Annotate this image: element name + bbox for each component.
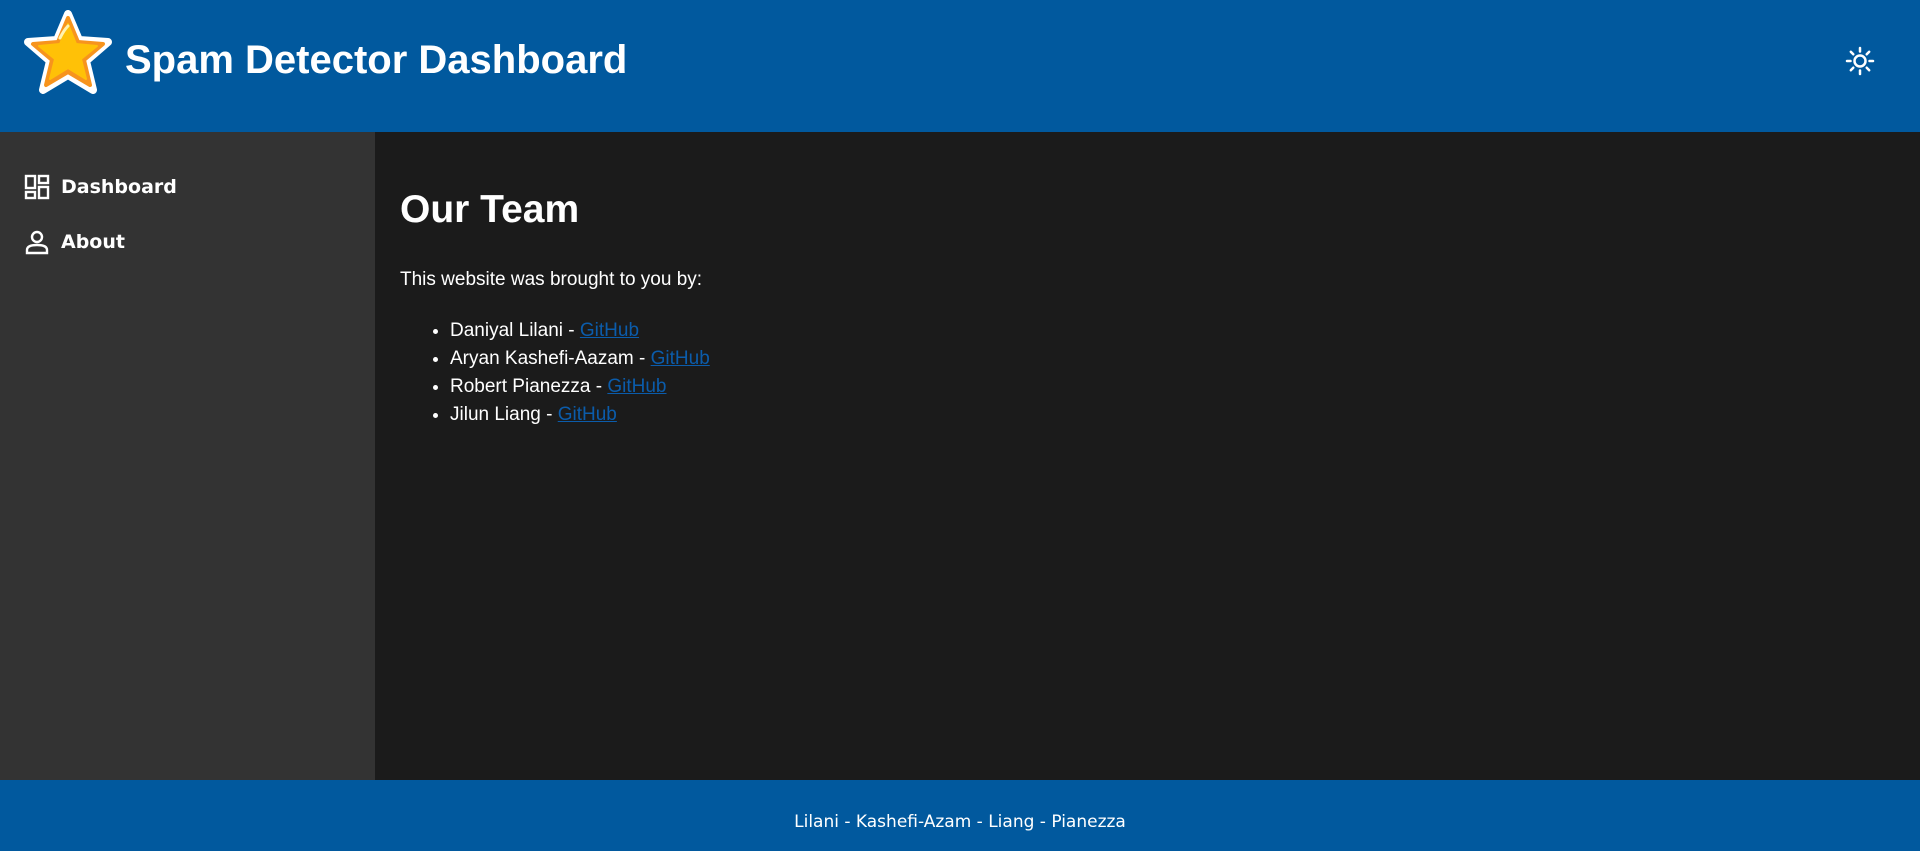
app-header: Spam Detector Dashboard xyxy=(0,0,1920,132)
member-name: Robert Pianezza xyxy=(450,376,591,397)
sidebar-item-label: About xyxy=(61,231,125,253)
page-title: Our Team xyxy=(400,188,580,231)
name-separator: - xyxy=(633,348,651,369)
member-name: Aryan Kashefi-Aazam xyxy=(450,348,634,369)
sidebar: Dashboard About xyxy=(0,132,375,780)
sidebar-item-about[interactable]: About xyxy=(24,225,125,259)
sun-icon xyxy=(1845,46,1875,81)
theme-toggle-button[interactable] xyxy=(1844,46,1876,81)
github-link[interactable]: GitHub xyxy=(580,320,639,341)
name-separator: - xyxy=(590,376,608,397)
github-link[interactable]: GitHub xyxy=(558,404,617,425)
name-separator: - xyxy=(563,320,580,341)
sidebar-item-label: Dashboard xyxy=(61,176,177,198)
list-item: Daniyal Lilani - GitHub xyxy=(450,317,710,345)
github-link[interactable]: GitHub xyxy=(607,376,666,397)
team-list: Daniyal Lilani - GitHub Aryan Kashefi-Aa… xyxy=(450,317,710,429)
app-footer: Lilani - Kashefi-Azam - Liang - Pianezza xyxy=(0,780,1920,851)
list-item: Jilun Liang - GitHub xyxy=(450,401,710,429)
person-icon xyxy=(24,229,50,255)
sidebar-item-dashboard[interactable]: Dashboard xyxy=(24,170,177,204)
footer-text: Lilani - Kashefi-Azam - Liang - Pianezza xyxy=(794,811,1126,832)
dashboard-icon xyxy=(24,174,50,200)
intro-text: This website was brought to you by: xyxy=(400,269,703,290)
app-title: Spam Detector Dashboard xyxy=(125,38,628,82)
member-name: Jilun Liang xyxy=(450,404,541,425)
name-separator: - xyxy=(540,404,558,425)
main-content: Our Team This website was brought to you… xyxy=(375,132,1920,780)
list-item: Robert Pianezza - GitHub xyxy=(450,373,710,401)
list-item: Aryan Kashefi-Aazam - GitHub xyxy=(450,345,710,373)
member-name: Daniyal Lilani xyxy=(450,320,564,341)
github-link[interactable]: GitHub xyxy=(651,348,710,369)
star-icon xyxy=(24,10,112,94)
